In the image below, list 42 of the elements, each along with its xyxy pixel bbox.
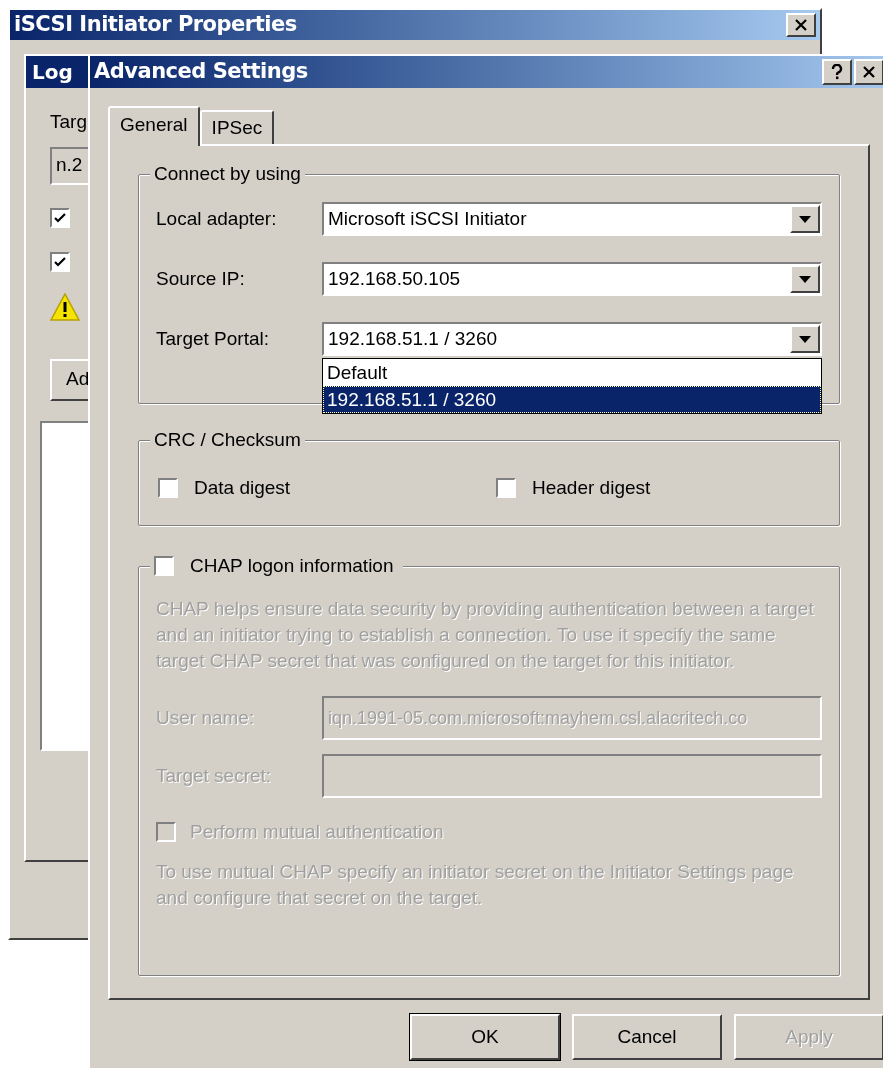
window-title: Log xyxy=(32,59,73,86)
dropdown-button[interactable] xyxy=(790,205,820,233)
checkmark-icon xyxy=(54,212,66,223)
group-title: Connect by using xyxy=(154,163,301,184)
checkbox[interactable] xyxy=(156,822,176,843)
dropdown-option[interactable]: 192.168.51.1 / 3260 xyxy=(323,386,821,413)
dropdown-field[interactable]: Microsoft iSCSI Initiator xyxy=(322,202,822,236)
field-label: Local adapter: xyxy=(156,206,278,231)
group-title: CRC / Checksum xyxy=(154,429,301,450)
checkbox[interactable] xyxy=(50,207,70,228)
close-icon xyxy=(795,19,807,31)
checkbox-label: Data digest xyxy=(194,476,291,500)
dropdown-field[interactable]: 192.168.50.105 xyxy=(322,262,822,296)
field-label: Targ xyxy=(50,110,87,134)
tab[interactable]: General xyxy=(108,106,200,146)
dropdown-button[interactable] xyxy=(790,265,820,293)
caret-icon xyxy=(799,275,811,283)
caret-icon xyxy=(799,335,811,343)
dropdown-button[interactable] xyxy=(790,325,820,353)
checkbox-label: Header digest xyxy=(532,476,651,500)
field-label: Target Portal: xyxy=(156,326,270,351)
window-title: iSCSI Initiator Properties xyxy=(14,11,297,39)
close-icon xyxy=(863,66,875,78)
checkbox[interactable] xyxy=(154,556,174,577)
dropdown-field[interactable]: 192.168.51.1 / 3260 xyxy=(322,322,822,356)
checkbox[interactable] xyxy=(158,478,178,499)
checkmark-icon xyxy=(54,256,66,267)
checkbox-label: CHAP logon information xyxy=(190,554,394,578)
checkbox[interactable] xyxy=(50,251,70,272)
dropdown-option[interactable]: Default xyxy=(323,359,821,386)
help-icon xyxy=(831,64,843,80)
tab[interactable]: IPSec xyxy=(199,110,275,144)
dialog-button[interactable]: Cancel xyxy=(572,1014,722,1060)
close-button[interactable] xyxy=(786,13,816,37)
checkbox[interactable] xyxy=(496,478,516,499)
dialog-button[interactable]: OK xyxy=(410,1014,560,1060)
caret-icon xyxy=(799,215,811,223)
close-button[interactable] xyxy=(854,59,883,85)
window-title: Advanced Settings xyxy=(94,58,308,86)
help-button[interactable] xyxy=(822,59,852,85)
field-label: Source IP: xyxy=(156,266,246,291)
warning-icon xyxy=(50,292,80,321)
